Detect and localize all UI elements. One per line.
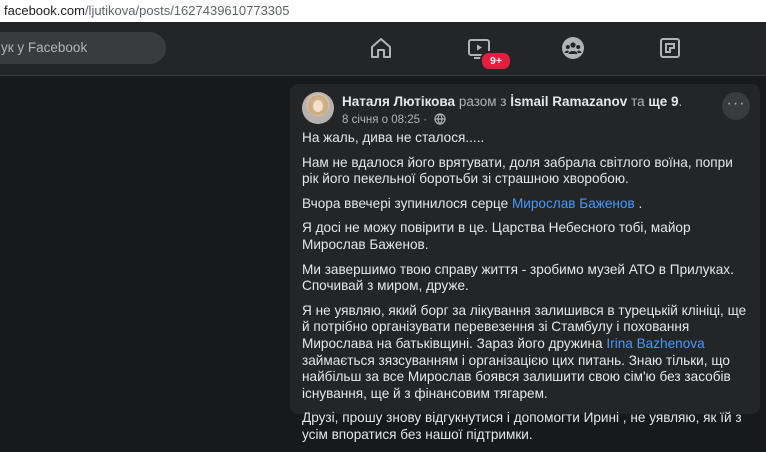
with-word: разом з xyxy=(458,94,507,109)
gaming-icon[interactable] xyxy=(658,36,682,60)
post-paragraph: Я досі не можу повірити в це. Царства Не… xyxy=(302,220,691,252)
post-paragraph: На жаль, дива не сталося..... xyxy=(302,130,485,145)
search-placeholder: ук у Facebook xyxy=(1,40,88,55)
address-bar[interactable]: facebook.com/ljutikova/posts/16274396107… xyxy=(0,0,766,23)
post-paragraph: Ми завершимо твою справу життя - зробимо… xyxy=(302,261,734,294)
post-paragraph: Нам не вдалося його врятувати, доля забр… xyxy=(302,154,733,187)
and-word: та xyxy=(631,94,645,109)
url-text[interactable]: facebook.com/ljutikova/posts/16274396107… xyxy=(4,3,290,18)
tagged-person[interactable]: İsmail Ramazanov xyxy=(510,94,627,109)
meta-separator: · xyxy=(423,114,428,126)
author-name[interactable]: Наталя Лютікова xyxy=(342,94,455,109)
post-paragraph: Друзі, прошу знову відгукнутися і допомо… xyxy=(302,410,742,442)
search-input[interactable]: ук у Facebook xyxy=(0,32,166,64)
globe-icon xyxy=(434,113,446,128)
more-options-button[interactable]: ··· xyxy=(722,92,750,120)
mention-link[interactable]: Irina Bazhenova xyxy=(606,336,704,351)
author-avatar[interactable] xyxy=(302,92,334,124)
post-meta: 8 січня о 08:25 · xyxy=(342,113,446,128)
post-paragraph: Вчора ввечері зупинилося серце Мирослав … xyxy=(302,195,643,211)
url-path: /ljutikova/posts/1627439610773305 xyxy=(84,3,290,18)
home-icon[interactable] xyxy=(369,36,393,60)
post-text: На жаль, дива не сталося..... Нам не вда… xyxy=(302,130,752,452)
post-timestamp[interactable]: 8 січня о 08:25 xyxy=(342,114,420,126)
post-paragraph: Я не уявляю, який борг за лікування зали… xyxy=(302,302,747,401)
watch-notification-badge: 9+ xyxy=(480,51,512,71)
groups-icon[interactable] xyxy=(561,36,585,60)
mention-link[interactable]: Мирослав Баженов xyxy=(512,196,635,211)
post-header: Наталя Лютікова разом з İsmail Ramazanov… xyxy=(342,94,683,109)
tagged-others[interactable]: ще 9 xyxy=(648,94,678,109)
url-host: facebook.com xyxy=(4,3,85,18)
feed-post: Наталя Лютікова разом з İsmail Ramazanov… xyxy=(290,84,760,442)
facebook-top-nav: ук у Facebook 9+ xyxy=(0,22,766,76)
